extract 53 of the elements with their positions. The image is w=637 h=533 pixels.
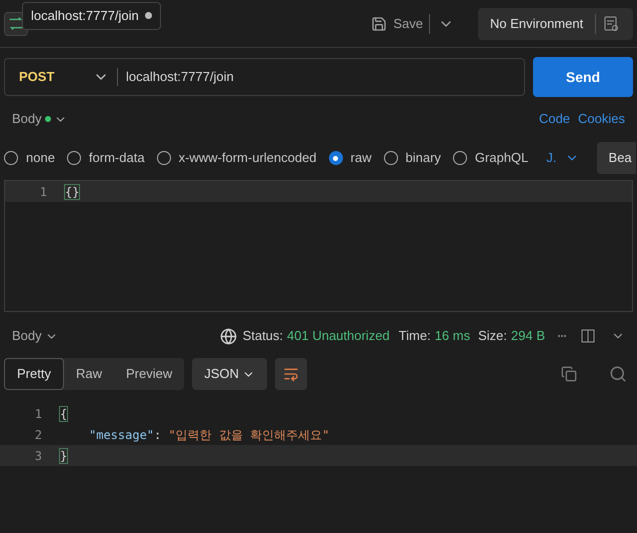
response-body-tab[interactable]: Body — [12, 326, 58, 346]
radio-icon[interactable] — [4, 151, 18, 165]
status-label: Status: — [242, 327, 284, 346]
copy-icon[interactable] — [561, 366, 577, 382]
line-number: 1 — [34, 406, 42, 422]
status-value: 401 Unauthorized — [287, 327, 390, 346]
view-tab[interactable]: Raw — [64, 358, 114, 390]
body-tab[interactable]: Body — [12, 109, 67, 129]
radio-option[interactable]: binary — [384, 148, 441, 168]
search-icon[interactable] — [609, 365, 627, 383]
link[interactable]: Code — [538, 109, 570, 129]
radio-option[interactable]: GraphQL — [452, 148, 528, 168]
line-number: 3 — [34, 448, 42, 464]
radio-icon[interactable] — [452, 151, 467, 165]
radio-icon[interactable] — [66, 151, 81, 165]
globe-icon — [220, 328, 237, 344]
code-line: { — [60, 406, 68, 422]
eye-list-icon[interactable] — [602, 14, 620, 32]
url-field[interactable]: localhost:7777/join — [118, 67, 524, 87]
radio-icon[interactable] — [156, 151, 171, 165]
save-button[interactable]: Save — [365, 14, 429, 34]
radio-icon[interactable] — [384, 151, 398, 165]
wrap-button[interactable] — [274, 358, 307, 390]
code-line: } — [60, 448, 68, 464]
radio-option[interactable]: none — [4, 148, 55, 168]
dots-icon — [557, 333, 567, 339]
size-label: Size: — [478, 327, 508, 346]
line-number: 1 — [38, 184, 47, 200]
radio-option[interactable]: raw — [328, 148, 372, 168]
environment-label: No Environment — [489, 14, 584, 33]
time-label: Time: — [398, 327, 431, 346]
wrap-lines-icon — [282, 366, 299, 382]
view-tab[interactable]: Pretty — [4, 358, 64, 390]
beautify-button[interactable]: Bea — [596, 142, 636, 174]
url-bar[interactable]: POST localhost:7777/join — [4, 58, 525, 96]
code-line: "message": "입력한 값을 확인해주세요" — [88, 426, 330, 444]
environment-selector[interactable]: No Environment — [478, 8, 633, 40]
radio-option[interactable]: x-www-form-urlencoded — [156, 148, 317, 168]
code-line: {} — [65, 184, 80, 200]
view-tab[interactable]: Preview — [114, 358, 184, 390]
send-button[interactable]: Send — [533, 57, 633, 97]
format-dropdown[interactable]: JSON — [192, 358, 267, 390]
time-value: 16 ms — [434, 327, 470, 346]
save-icon — [371, 16, 388, 32]
radio-icon[interactable] — [328, 151, 343, 165]
line-number: 2 — [34, 426, 42, 444]
tooltip-text: localhost:7777/join — [31, 7, 139, 25]
split-view-icon[interactable] — [581, 329, 595, 343]
radio-option[interactable]: form-data — [66, 148, 145, 168]
method-dropdown[interactable]: POST — [5, 67, 117, 87]
language-dropdown[interactable]: J. — [546, 148, 579, 168]
size-value: 294 B — [511, 327, 545, 346]
link[interactable]: Cookies — [578, 109, 625, 129]
